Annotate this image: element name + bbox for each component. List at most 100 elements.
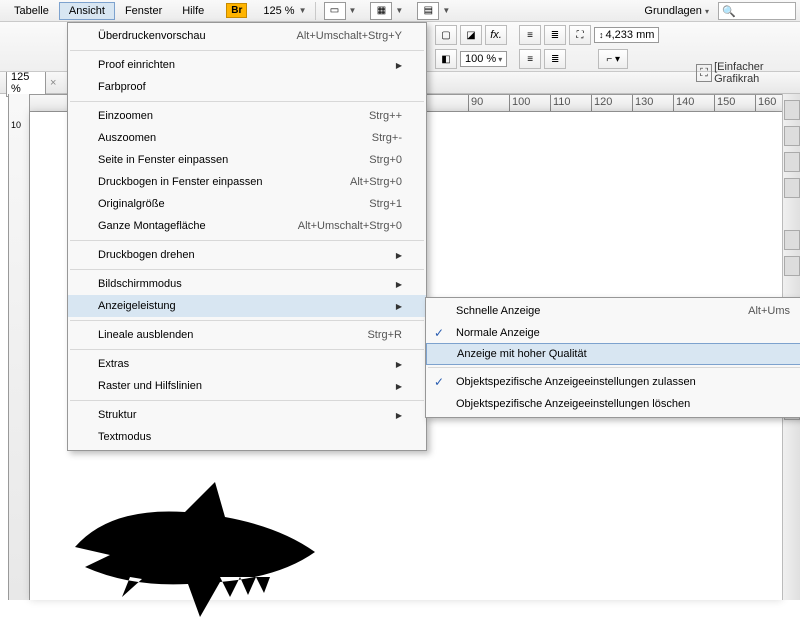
- submenu-item-label: Schnelle Anzeige: [456, 305, 748, 317]
- zoom-menubar[interactable]: 125 % ▼: [263, 5, 306, 17]
- menu-item[interactable]: Anzeigeleistung▶: [68, 295, 426, 317]
- search-icon: 🔍: [722, 5, 736, 18]
- panel-icon[interactable]: [784, 178, 800, 198]
- menu-item-label: Extras: [98, 358, 392, 370]
- align-button[interactable]: ≣: [544, 49, 566, 69]
- menu-item-label: Originalgröße: [98, 198, 369, 210]
- dropdown-arrow-icon[interactable]: ▼: [442, 6, 450, 15]
- submenu-arrow-icon: ▶: [392, 360, 402, 369]
- menu-item[interactable]: Farbproof: [68, 76, 426, 98]
- menu-shortcut: Strg++: [369, 110, 402, 122]
- dropdown-arrow-icon: ▼: [299, 6, 307, 15]
- menu-item[interactable]: Ganze MontageflächeAlt+Umschalt+Strg+0: [68, 215, 426, 237]
- checkmark-icon: ✓: [434, 326, 444, 340]
- bridge-badge[interactable]: Br: [226, 3, 247, 18]
- menu-separator: [70, 400, 424, 401]
- submenu-item[interactable]: Objektspezifische Anzeigeeinstellungen l…: [426, 393, 800, 415]
- arrange-icon[interactable]: ▤: [417, 2, 439, 20]
- workspace-label: Grundlagen: [644, 5, 702, 17]
- menu-item[interactable]: Struktur▶: [68, 404, 426, 426]
- percent-value: 100 %: [465, 53, 496, 65]
- menubar: Tabelle Ansicht Fenster Hilfe Br 125 % ▼…: [0, 0, 800, 22]
- menu-item[interactable]: OriginalgrößeStrg+1: [68, 193, 426, 215]
- workspace-switcher[interactable]: Grundlagen ▾: [638, 3, 715, 19]
- align-button[interactable]: ≣: [544, 25, 566, 45]
- view-options-icon[interactable]: ▦: [370, 2, 392, 20]
- graphics-frame-label: [Einfacher Grafikrah: [714, 61, 800, 85]
- ruler-tick: 140: [673, 95, 694, 111]
- menu-item[interactable]: EinzoomenStrg++: [68, 105, 426, 127]
- menu-item-label: Seite in Fenster einpassen: [98, 154, 369, 166]
- shark-graphic: [70, 477, 320, 617]
- close-tab-icon[interactable]: ×: [50, 77, 56, 89]
- submenu-item[interactable]: Schnelle AnzeigeAlt+Ums: [426, 300, 800, 322]
- menu-hilfe[interactable]: Hilfe: [172, 2, 214, 20]
- menu-shortcut: Alt+Strg+0: [350, 176, 402, 188]
- menu-separator: [70, 349, 424, 350]
- zoom-value: 125 %: [263, 5, 294, 17]
- submenu-item[interactable]: ✓Normale Anzeige: [426, 322, 800, 344]
- menu-item[interactable]: Proof einrichten▶: [68, 54, 426, 76]
- measurement-input[interactable]: ↕4,233 mm: [594, 27, 659, 43]
- zoom-tab[interactable]: 125 %: [6, 69, 46, 97]
- tool-button[interactable]: ▢: [435, 25, 457, 45]
- panel-icon[interactable]: [784, 256, 800, 276]
- ruler-tick: 100: [509, 95, 530, 111]
- submenu-item-label: Anzeige mit hoher Qualität: [457, 348, 789, 360]
- align-button[interactable]: ≡: [519, 25, 541, 45]
- submenu-item-label: Objektspezifische Anzeigeeinstellungen z…: [456, 376, 790, 388]
- submenu-arrow-icon: ▶: [392, 382, 402, 391]
- crop-icon[interactable]: ⛶: [696, 64, 712, 82]
- menu-shortcut: Strg+R: [367, 329, 402, 341]
- menu-shortcut: Strg+-: [372, 132, 402, 144]
- panel-icon[interactable]: [784, 152, 800, 172]
- menu-tabelle[interactable]: Tabelle: [4, 2, 59, 20]
- panel-icon[interactable]: [784, 126, 800, 146]
- submenu-arrow-icon: ▶: [392, 302, 402, 311]
- menu-item-label: Farbproof: [98, 81, 402, 93]
- menu-separator: [70, 50, 424, 51]
- align-button[interactable]: ≡: [519, 49, 541, 69]
- panel-icon[interactable]: [784, 230, 800, 250]
- menu-item[interactable]: Raster und Hilfslinien▶: [68, 375, 426, 397]
- menu-item[interactable]: Extras▶: [68, 353, 426, 375]
- submenu-item-label: Objektspezifische Anzeigeeinstellungen l…: [456, 398, 790, 410]
- corner-button[interactable]: ⌐ ▾: [598, 49, 628, 69]
- dropdown-arrow-icon: ▾: [498, 55, 502, 64]
- menu-item[interactable]: Druckbogen in Fenster einpassenAlt+Strg+…: [68, 171, 426, 193]
- menu-item[interactable]: Textmodus: [68, 426, 426, 448]
- menu-item-label: Raster und Hilfslinien: [98, 380, 392, 392]
- tool-button[interactable]: ◪: [460, 25, 482, 45]
- panel-icon[interactable]: [784, 100, 800, 120]
- ruler-tick: 160: [755, 95, 776, 111]
- menu-fenster[interactable]: Fenster: [115, 2, 172, 20]
- screen-mode-icon[interactable]: ▭: [324, 2, 346, 20]
- dropdown-arrow-icon[interactable]: ▼: [395, 6, 403, 15]
- menu-item-label: Textmodus: [98, 431, 402, 443]
- menu-item[interactable]: AuszoomenStrg+-: [68, 127, 426, 149]
- search-input[interactable]: 🔍: [718, 2, 796, 20]
- menu-item[interactable]: Lineale ausblendenStrg+R: [68, 324, 426, 346]
- menu-item-label: Überdruckenvorschau: [98, 30, 297, 42]
- submenu-arrow-icon: ▶: [392, 61, 402, 70]
- tool-button[interactable]: ◧: [435, 49, 457, 69]
- menu-shortcut: Strg+1: [369, 198, 402, 210]
- menu-item-label: Bildschirmmodus: [98, 278, 392, 290]
- menu-item[interactable]: Druckbogen drehen▶: [68, 244, 426, 266]
- submenu-item[interactable]: ✓Objektspezifische Anzeigeeinstellungen …: [426, 371, 800, 393]
- menu-ansicht[interactable]: Ansicht: [59, 2, 115, 20]
- crop-button[interactable]: ⛶: [569, 25, 591, 45]
- menu-item-label: Struktur: [98, 409, 392, 421]
- submenu-item[interactable]: Anzeige mit hoher Qualität: [426, 343, 800, 365]
- menu-item[interactable]: ÜberdruckenvorschauAlt+Umschalt+Strg+Y: [68, 25, 426, 47]
- vertical-ruler: [8, 94, 30, 600]
- menu-item[interactable]: Bildschirmmodus▶: [68, 273, 426, 295]
- menu-item-label: Auszoomen: [98, 132, 372, 144]
- menu-item[interactable]: Seite in Fenster einpassenStrg+0: [68, 149, 426, 171]
- menu-shortcut: Alt+Umschalt+Strg+Y: [297, 30, 402, 42]
- dropdown-arrow-icon[interactable]: ▼: [349, 6, 357, 15]
- mm-value: 4,233 mm: [606, 29, 655, 41]
- percent-input[interactable]: 100 %▾: [460, 51, 507, 67]
- menu-separator: [70, 240, 424, 241]
- tool-button[interactable]: fx.: [485, 25, 507, 45]
